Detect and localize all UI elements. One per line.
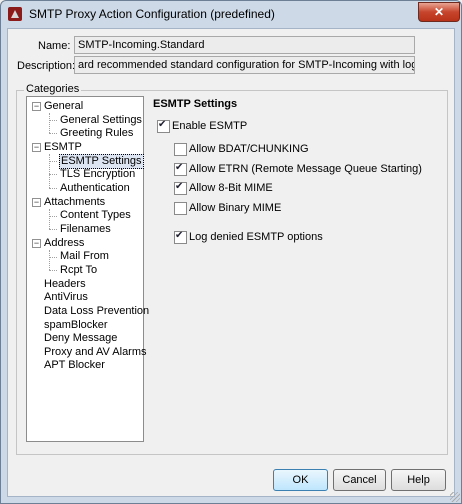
- tree-item-filenames[interactable]: Filenames: [60, 223, 111, 236]
- tree-connector: [49, 250, 50, 270]
- tree-item-content-types[interactable]: Content Types: [60, 209, 131, 222]
- allow-bdat-checkbox[interactable]: [174, 143, 187, 156]
- tree-connector: [49, 154, 50, 188]
- tree-connector: [49, 257, 57, 258]
- collapse-toggle-icon[interactable]: −: [32, 102, 41, 111]
- category-tree[interactable]: − General General Settings Greeting Rule…: [26, 96, 149, 442]
- allow-etrn-label[interactable]: Allow ETRN (Remote Message Queue Startin…: [189, 163, 422, 175]
- tree-item-rcpt-to[interactable]: Rcpt To: [60, 264, 97, 277]
- tree-item-general-settings[interactable]: General Settings: [60, 114, 142, 127]
- tree-connector: [49, 120, 57, 121]
- collapse-toggle-icon[interactable]: −: [32, 239, 41, 248]
- tree-item-apt-blocker[interactable]: APT Blocker: [44, 359, 105, 372]
- tree-item-mail-from[interactable]: Mail From: [60, 250, 109, 263]
- allow-binary-mime-checkbox[interactable]: [174, 202, 187, 215]
- tree-item-data-loss-prevention[interactable]: Data Loss Prevention: [44, 305, 149, 318]
- allow-etrn-checkbox[interactable]: [174, 162, 187, 176]
- tree-connector: [49, 174, 57, 175]
- allow-8bit-mime-checkbox[interactable]: [174, 181, 187, 195]
- description-field[interactable]: ard recommended standard configuration f…: [74, 56, 415, 74]
- description-label: Description:: [17, 60, 76, 72]
- window-title: SMTP Proxy Action Configuration (predefi…: [29, 7, 275, 21]
- collapse-toggle-icon[interactable]: −: [32, 198, 41, 207]
- name-label: Name:: [38, 40, 71, 52]
- allow-8bit-mime-label[interactable]: Allow 8-Bit MIME: [189, 182, 273, 194]
- close-button[interactable]: ✕: [418, 2, 460, 22]
- tree-item-spamblocker[interactable]: spamBlocker: [44, 319, 108, 332]
- enable-esmtp-checkbox[interactable]: [157, 119, 170, 133]
- app-icon: [8, 7, 22, 21]
- allow-binary-mime-label[interactable]: Allow Binary MIME: [189, 202, 281, 214]
- tree-item-antivirus[interactable]: AntiVirus: [44, 291, 88, 304]
- tree-item-address[interactable]: Address: [44, 237, 84, 250]
- tree-connector: [49, 161, 57, 162]
- tree-item-general[interactable]: General: [44, 100, 83, 113]
- resize-grip-icon[interactable]: [450, 492, 460, 502]
- tree-connector: [49, 209, 50, 229]
- tree-item-attachments[interactable]: Attachments: [44, 196, 105, 209]
- tree-connector: [49, 270, 57, 271]
- help-button[interactable]: Help: [391, 469, 446, 491]
- tree-connector: [49, 229, 57, 230]
- tree-connector: [49, 113, 50, 133]
- tree-item-greeting-rules[interactable]: Greeting Rules: [60, 127, 133, 140]
- settings-heading: ESMTP Settings: [153, 98, 238, 110]
- tree-item-proxy-av-alarms[interactable]: Proxy and AV Alarms: [44, 346, 147, 359]
- tree-item-headers[interactable]: Headers: [44, 278, 86, 291]
- tree-item-deny-message[interactable]: Deny Message: [44, 332, 117, 345]
- tree-connector: [49, 216, 57, 217]
- enable-esmtp-label[interactable]: Enable ESMTP: [172, 120, 247, 132]
- cancel-button[interactable]: Cancel: [333, 469, 386, 491]
- allow-bdat-label[interactable]: Allow BDAT/CHUNKING: [189, 143, 309, 155]
- tree-item-authentication[interactable]: Authentication: [60, 182, 130, 195]
- tree-connector: [49, 188, 57, 189]
- collapse-toggle-icon[interactable]: −: [32, 143, 41, 152]
- tree-item-esmtp-settings[interactable]: ESMTP Settings: [59, 154, 144, 169]
- tree-connector: [49, 133, 57, 134]
- tree-item-esmtp[interactable]: ESMTP: [44, 141, 82, 154]
- categories-legend: Categories: [24, 83, 82, 95]
- ok-button[interactable]: OK: [273, 469, 328, 491]
- name-field[interactable]: SMTP-Incoming.Standard: [74, 36, 415, 54]
- log-denied-label[interactable]: Log denied ESMTP options: [189, 231, 323, 243]
- log-denied-checkbox[interactable]: [174, 230, 187, 244]
- tree-item-tls-encryption[interactable]: TLS Encryption: [60, 168, 135, 181]
- title-bar[interactable]: SMTP Proxy Action Configuration (predefi…: [1, 1, 461, 27]
